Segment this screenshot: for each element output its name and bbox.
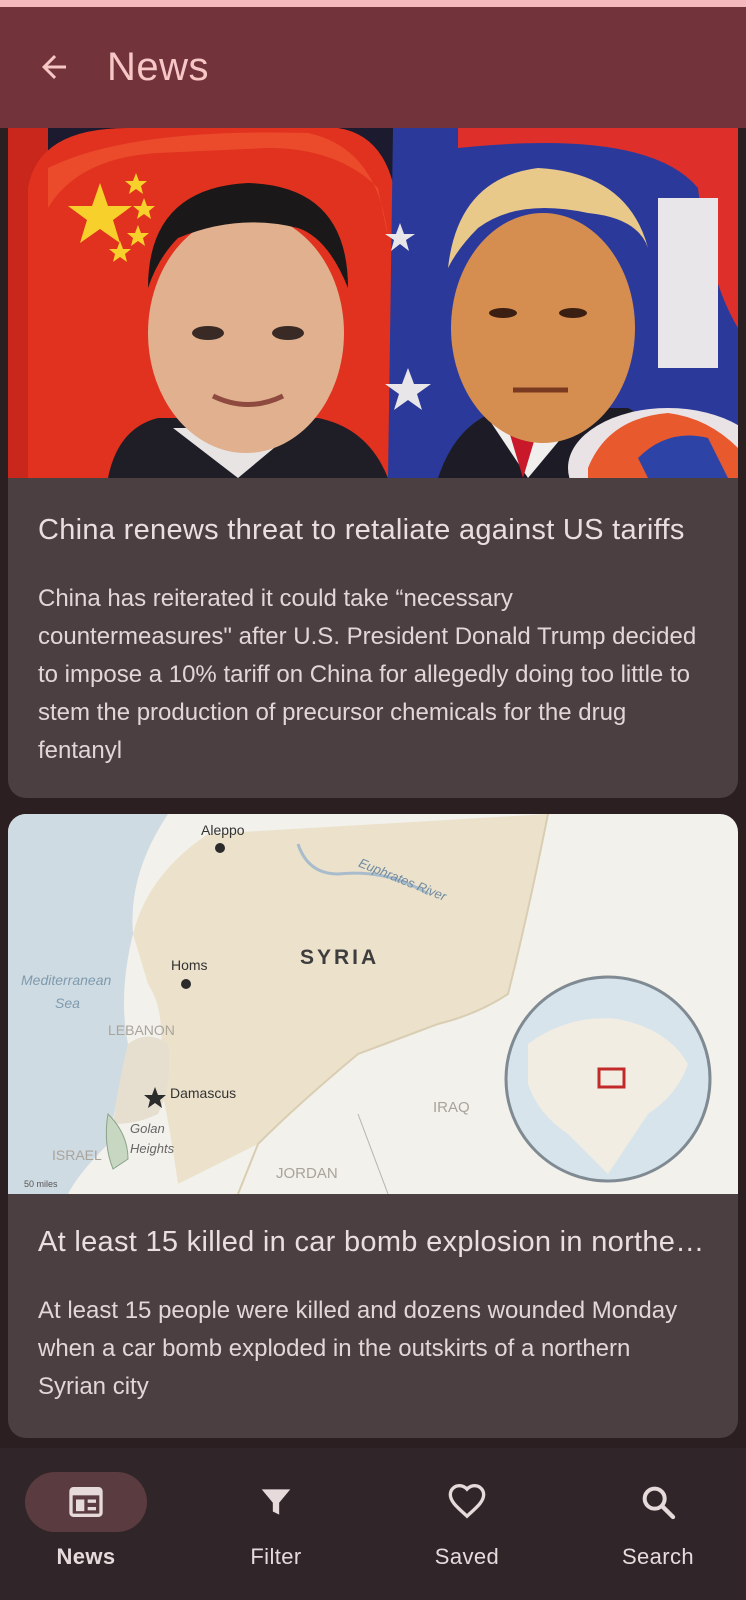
app-bar: News [0, 7, 746, 128]
map-scale: 50 miles [24, 1179, 58, 1189]
bottom-navigation: News Filter Saved Search [0, 1448, 746, 1600]
nav-active-indicator [25, 1472, 147, 1532]
nav-label: News [56, 1544, 116, 1569]
map-label-israel: ISRAEL [52, 1147, 102, 1163]
nav-item-filter[interactable]: Filter [196, 1472, 356, 1582]
news-card[interactable]: China renews threat to retaliate against… [8, 128, 738, 798]
article-title: China renews threat to retaliate against… [38, 514, 685, 546]
article-title: At least 15 killed in car bomb explosion… [38, 1226, 708, 1258]
map-label-homs: Homs [171, 957, 208, 973]
status-strip [0, 0, 746, 7]
news-feed[interactable]: China renews threat to retaliate against… [0, 128, 746, 1448]
nav-label: Search [621, 1544, 695, 1569]
search-icon [642, 1486, 676, 1520]
map-label-heights: Heights [130, 1141, 175, 1156]
map-label-aleppo: Aleppo [201, 822, 245, 838]
nav-item-search[interactable]: Search [578, 1472, 738, 1582]
article-summary: At least 15 people were killed and dozen… [38, 1297, 678, 1400]
map-label-golan: Golan [130, 1121, 165, 1136]
nav-label: Filter [250, 1544, 302, 1569]
article-image: Aleppo Euphrates River SYRIA Homs Medite… [8, 814, 738, 1194]
article-summary: China has reiterated it could take “nece… [38, 585, 697, 764]
nav-label: Saved [434, 1544, 500, 1569]
nav-item-news[interactable]: News [6, 1472, 166, 1582]
filter-icon [261, 1489, 291, 1515]
map-label-mediterranean: Mediterranean [21, 972, 112, 988]
map-label-jordan: JORDAN [276, 1165, 338, 1182]
map-label-iraq: IRAQ [433, 1099, 470, 1116]
arrow-left-icon [42, 55, 66, 79]
map-label-lebanon: LEBANON [108, 1022, 175, 1038]
heart-icon [448, 1483, 486, 1519]
map-label-syria: SYRIA [300, 946, 380, 969]
page-title: News [107, 45, 210, 89]
newspaper-icon [69, 1487, 103, 1517]
article-image [8, 128, 738, 478]
map-label-sea: Sea [55, 995, 80, 1011]
news-card[interactable]: Aleppo Euphrates River SYRIA Homs Medite… [8, 814, 738, 1438]
map-label-damascus: Damascus [170, 1085, 237, 1101]
back-button[interactable] [30, 43, 78, 91]
nav-item-saved[interactable]: Saved [387, 1472, 547, 1582]
